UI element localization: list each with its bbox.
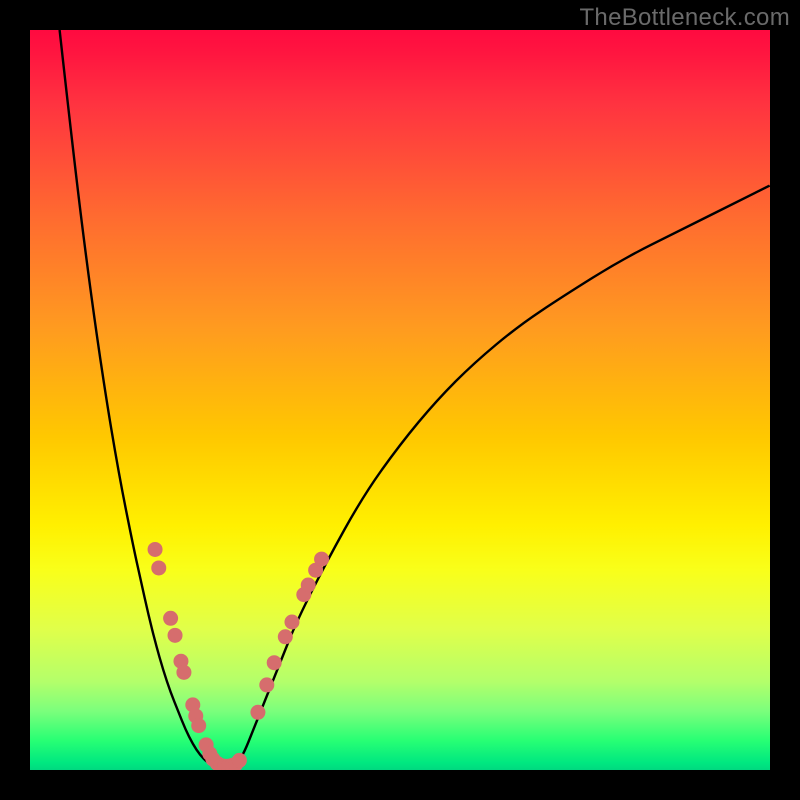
curve-group [60, 30, 770, 768]
data-point [259, 677, 274, 692]
data-point [314, 552, 329, 567]
data-point [176, 665, 191, 680]
data-point [148, 542, 163, 557]
data-point [163, 611, 178, 626]
data-point [232, 753, 247, 768]
scatter-group [148, 542, 330, 770]
plot-svg [30, 30, 770, 770]
chart-stage: TheBottleneck.com [0, 0, 800, 800]
data-point [250, 705, 265, 720]
bottleneck-curve [60, 30, 770, 768]
data-point [191, 718, 206, 733]
data-point [267, 655, 282, 670]
plot-frame [30, 30, 770, 770]
watermark-text: TheBottleneck.com [579, 4, 790, 32]
data-point [284, 615, 299, 630]
data-point [278, 629, 293, 644]
data-point [168, 628, 183, 643]
data-point [301, 578, 316, 593]
data-point [151, 560, 166, 575]
